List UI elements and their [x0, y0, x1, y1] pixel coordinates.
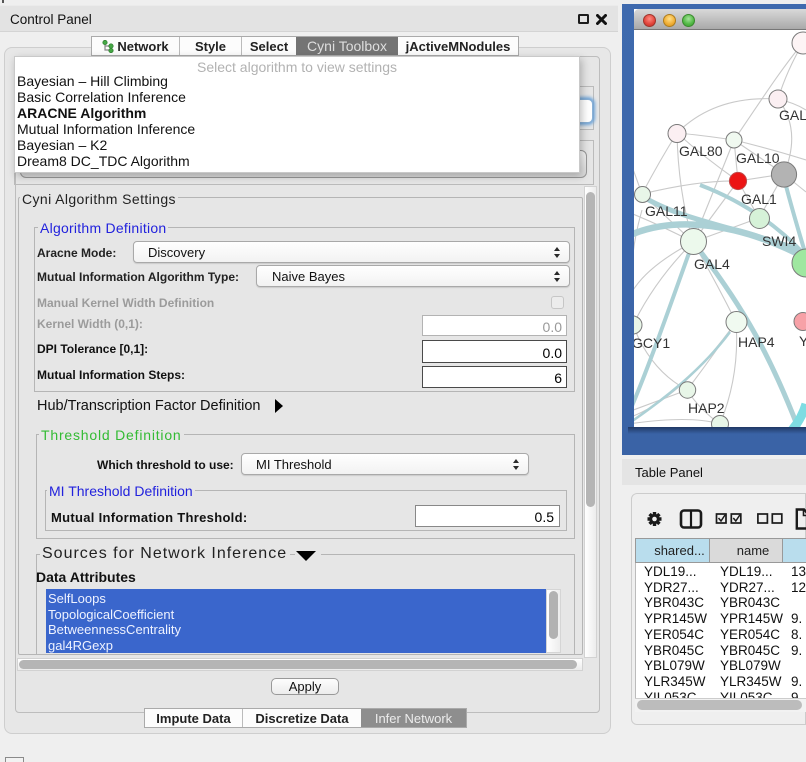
svg-text:GAL80: GAL80	[679, 143, 723, 159]
svg-text:GCY1: GCY1	[634, 335, 670, 351]
svg-text:HAP2: HAP2	[688, 400, 725, 416]
svg-text:GAL: GAL	[779, 107, 806, 123]
svg-text:Y: Y	[799, 333, 806, 349]
svg-text:HAP4: HAP4	[738, 334, 775, 350]
svg-text:GAL4: GAL4	[694, 256, 730, 272]
svg-text:SWI4: SWI4	[762, 233, 796, 249]
svg-text:GAL1: GAL1	[741, 191, 777, 207]
svg-text:GAL10: GAL10	[736, 150, 780, 166]
svg-text:GAL11: GAL11	[645, 203, 688, 219]
